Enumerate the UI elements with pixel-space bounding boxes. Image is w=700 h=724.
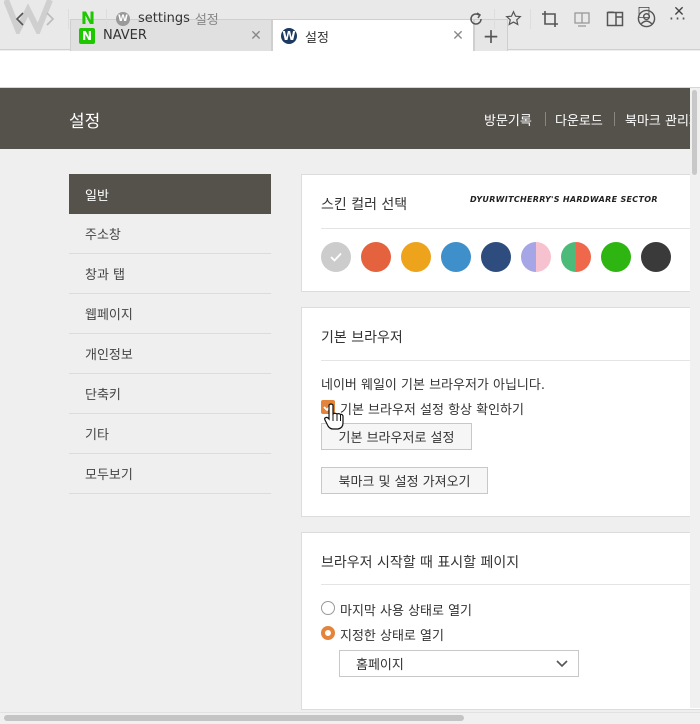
bookmark-star-icon[interactable] [502,0,524,37]
sidebar-item-address-bar[interactable]: 주소창 [69,214,271,254]
sidebar-item-label: 창과 탭 [85,268,126,283]
chevron-down-icon [556,660,568,668]
skin-swatch-navy[interactable] [481,242,511,272]
skin-color-card: 스킨 컬러 선택 DYURWITCHERRY'S HARDWARE SECTOR [301,174,700,292]
sidebar-item-label: 모두보기 [85,468,133,483]
skin-swatch-black[interactable] [641,242,671,272]
sidebar-toggle-icon[interactable] [603,0,627,37]
sidebar-item-windows-tabs[interactable]: 창과 탭 [69,254,271,294]
skin-swatch-blue[interactable] [441,242,471,272]
tab-settings[interactable]: W 설정 ✕ [272,19,474,52]
startup-page-select[interactable]: 홈페이지 [339,650,579,677]
hand-cursor-icon [324,403,344,430]
sidebar-item-label: 기타 [85,428,109,443]
close-tab-icon[interactable]: ✕ [249,28,263,44]
reader-mode-icon[interactable] [570,0,594,37]
skin-swatch-green[interactable] [601,242,631,272]
close-tab-icon[interactable]: ✕ [451,28,465,44]
sidebar-item-general[interactable]: 일반 [69,174,271,214]
horizontal-scroll-thumb[interactable] [4,715,464,721]
sidebar-item-etc[interactable]: 기타 [69,414,271,454]
settings-header: 설정 방문기록 다운로드 북마크 관리자 [0,88,700,149]
address-bar [0,51,700,88]
sidebar-item-shortcuts[interactable]: 단축키 [69,374,271,414]
nav-bookmarks-link[interactable]: 북마크 관리자 [625,110,700,129]
capture-crop-icon[interactable] [538,0,562,37]
back-icon[interactable] [8,0,32,37]
sidebar-item-webpage[interactable]: 웹페이지 [69,294,271,334]
skin-color-heading: 스킨 컬러 선택 [321,197,408,213]
page-title: 설정 [69,112,101,132]
select-value: 홈페이지 [356,658,404,673]
import-bookmarks-button[interactable]: 북마크 및 설정 가져오기 [321,467,488,494]
nav-history-link[interactable]: 방문기록 [484,110,532,129]
skin-swatch-red[interactable] [361,242,391,272]
url-text: settings [138,11,190,26]
sidebar-item-label: 주소창 [85,228,121,243]
default-browser-heading: 기본 브라우저 [321,330,403,346]
site-info-icon[interactable]: W [116,11,130,26]
whale-favicon-icon: W [281,28,297,44]
profile-icon[interactable] [634,0,658,37]
tab-title: 설정 [305,30,329,46]
startup-page-heading: 브라우저 시작할 때 표시할 페이지 [321,555,520,571]
nav-downloads-link[interactable]: 다운로드 [555,110,603,129]
sidebar-item-label: 단축키 [85,388,121,403]
skin-swatch-gray[interactable] [321,242,351,272]
skin-swatch-green-coral[interactable] [561,242,591,272]
vertical-scroll-thumb[interactable] [692,90,697,175]
sidebar-item-show-all[interactable]: 모두보기 [69,454,271,494]
more-menu-icon[interactable]: ··· [666,0,690,37]
startup-page-card: 브라우저 시작할 때 표시할 페이지 [301,532,700,710]
vertical-scrollbar[interactable] [690,88,700,708]
specific-pages-radio[interactable] [321,626,335,640]
sidebar-item-label: 개인정보 [85,348,133,363]
reload-icon[interactable] [465,0,487,37]
url-field[interactable]: W settings 설정 [116,0,219,37]
skin-swatch-orange[interactable] [401,242,431,272]
naver-home-icon[interactable]: N [76,0,100,37]
sidebar-item-label: 웹페이지 [85,308,133,323]
sidebar-item-label: 일반 [85,188,109,204]
watermark-text: DYURWITCHERRY'S HARDWARE SECTOR [470,195,658,204]
url-page-title: 설정 [194,13,219,28]
always-check-label[interactable]: 기본 브라우저 설정 항상 확인하기 [340,399,524,418]
specific-pages-label[interactable]: 지정한 상태로 열기 [340,625,444,644]
skin-swatch-lavender-pink[interactable] [521,242,551,272]
default-browser-status: 네이버 웨일이 기본 브라우저가 아닙니다. [321,378,545,393]
sidebar-item-privacy[interactable]: 개인정보 [69,334,271,374]
last-session-radio[interactable] [321,601,335,615]
last-session-label[interactable]: 마지막 사용 상태로 열기 [340,600,472,619]
forward-icon[interactable] [38,0,62,37]
